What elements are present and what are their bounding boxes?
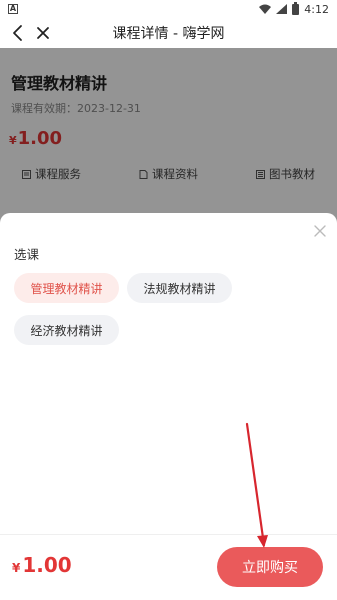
status-time: 4:12 (304, 2, 329, 16)
price-value: 1.00 (22, 553, 72, 577)
course-option-chip[interactable]: 管理教材精讲 (14, 273, 119, 303)
status-bar: A 4:12 (0, 0, 337, 18)
cellular-signal-icon (276, 4, 288, 14)
sheet-close-icon[interactable] (313, 224, 327, 238)
sheet-title: 选课 (14, 247, 40, 262)
wifi-icon (259, 4, 272, 14)
course-select-sheet: 选课 管理教材精讲 法规教材精讲 经济教材精讲 ¥1.00 立即购买 (0, 213, 337, 600)
back-arrow-icon[interactable] (9, 23, 27, 43)
status-left: A (8, 4, 18, 14)
total-price: ¥1.00 (12, 553, 72, 577)
close-icon[interactable] (34, 24, 52, 42)
purchase-bar: ¥1.00 立即购买 (0, 534, 337, 600)
buy-now-button[interactable]: 立即购买 (217, 547, 323, 587)
currency-symbol: ¥ (12, 561, 21, 575)
course-option-chip[interactable]: 经济教材精讲 (14, 315, 119, 345)
course-option-chip[interactable]: 法规教材精讲 (127, 273, 232, 303)
app-header: 课程详情 - 嗨学网 (0, 18, 337, 48)
notification-a-icon: A (8, 4, 18, 14)
status-right: 4:12 (259, 1, 329, 16)
battery-icon (292, 1, 300, 15)
